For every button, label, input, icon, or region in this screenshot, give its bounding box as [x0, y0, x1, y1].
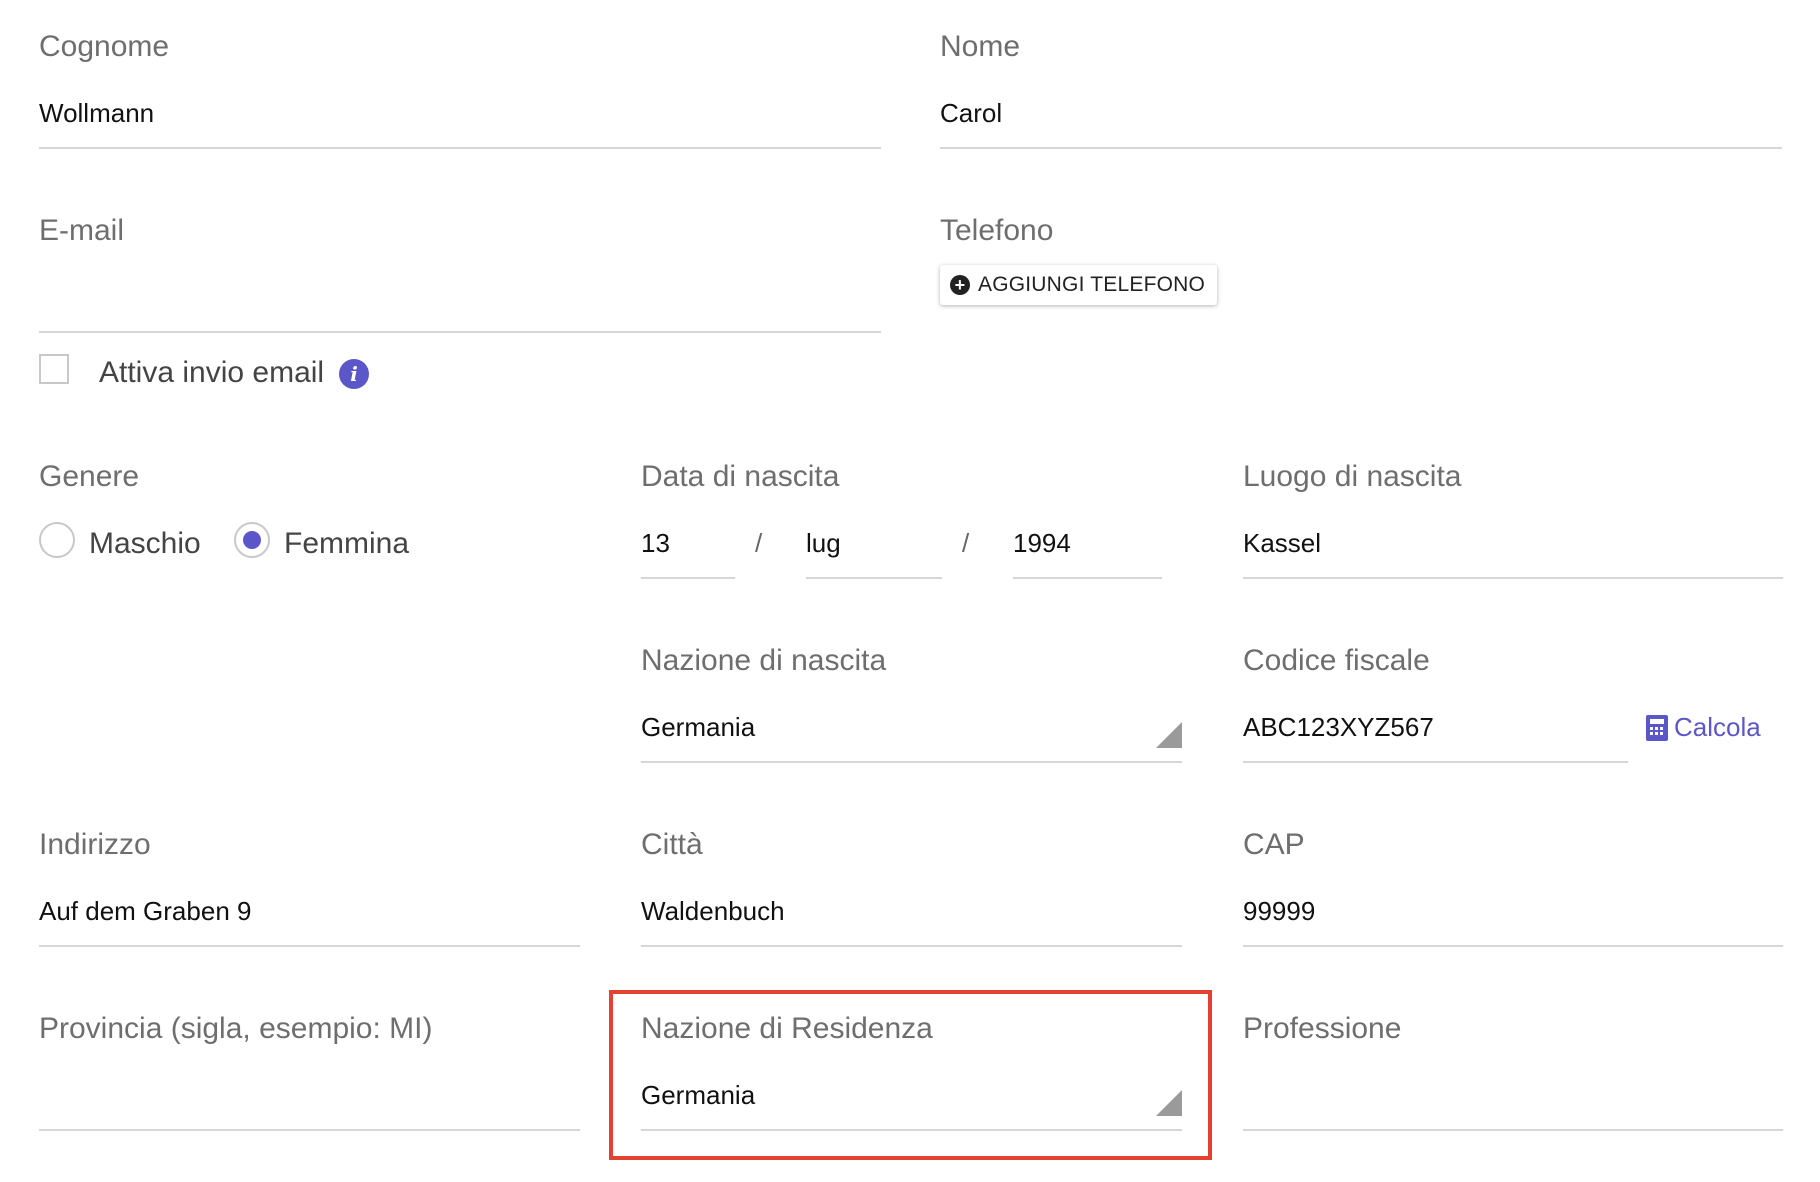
luogo-nascita-field[interactable]: Luogo di nascita Kassel	[1243, 460, 1783, 580]
codice-fiscale-input[interactable]: ABC123XYZ567	[1243, 712, 1434, 743]
cognome-underline	[39, 147, 881, 149]
citta-underline	[641, 945, 1182, 947]
year-input-wrapper[interactable]: 1994	[1013, 460, 1162, 580]
cap-input[interactable]: 99999	[1243, 896, 1315, 927]
email-opt-in-label[interactable]: Attiva invio email	[99, 356, 324, 390]
indirizzo-underline	[39, 945, 580, 947]
radio-maschio[interactable]	[39, 522, 75, 558]
nazione-nascita-label: Nazione di nascita	[641, 644, 887, 677]
calculator-icon	[1646, 714, 1668, 741]
indirizzo-field[interactable]: Indirizzo Auf dem Graben 9	[39, 828, 580, 948]
codice-fiscale-field[interactable]: Codice fiscale ABC123XYZ567	[1243, 644, 1628, 764]
citta-input[interactable]: Waldenbuch	[641, 896, 785, 927]
day-underline	[641, 577, 735, 579]
add-phone-label: AGGIUNGI TELEFONO	[978, 273, 1206, 296]
email-label: E-mail	[39, 214, 125, 247]
cognome-label: Cognome	[39, 30, 170, 63]
nome-input[interactable]: Carol	[940, 98, 1002, 129]
calcola-label: Calcola	[1674, 712, 1761, 742]
email-underline	[39, 331, 881, 333]
month-input-wrapper[interactable]: lug	[806, 460, 942, 580]
add-phone-button[interactable]: + AGGIUNGI TELEFONO	[940, 265, 1218, 305]
day-input-wrapper[interactable]: 13	[641, 460, 735, 580]
genere-label: Genere	[39, 460, 140, 493]
radio-femmina[interactable]	[234, 522, 270, 558]
anagrafica-form: Cognome Wollmann Nome Carol E-mail Telef…	[0, 0, 1820, 1182]
professione-label: Professione	[1243, 1012, 1402, 1045]
professione-field[interactable]: Professione	[1243, 1012, 1783, 1132]
indirizzo-input[interactable]: Auf dem Graben 9	[39, 896, 251, 927]
nazione-nascita-underline	[641, 761, 1182, 763]
provincia-label: Provincia (sigla, esempio: MI)	[39, 1012, 433, 1045]
radio-maschio-label[interactable]: Maschio	[89, 527, 201, 561]
nome-label: Nome	[940, 30, 1021, 63]
date-separator: /	[755, 528, 763, 558]
citta-label: Città	[641, 828, 703, 861]
nome-field[interactable]: Nome Carol	[940, 30, 1782, 150]
month-underline	[806, 577, 942, 579]
email-opt-in-checkbox[interactable]	[39, 354, 69, 384]
luogo-nascita-label: Luogo di nascita	[1243, 460, 1462, 493]
nome-underline	[940, 147, 1782, 149]
nazione-nascita-value[interactable]: Germania	[641, 712, 755, 743]
cognome-input[interactable]: Wollmann	[39, 98, 154, 129]
luogo-nascita-underline	[1243, 577, 1783, 579]
month-input[interactable]: lug	[806, 528, 841, 559]
year-underline	[1013, 577, 1162, 579]
info-icon[interactable]: i	[339, 359, 369, 389]
citta-field[interactable]: Città Waldenbuch	[641, 828, 1182, 948]
calcola-button[interactable]: Calcola	[1646, 712, 1761, 743]
codice-fiscale-label: Codice fiscale	[1243, 644, 1430, 677]
cap-underline	[1243, 945, 1783, 947]
professione-underline	[1243, 1129, 1783, 1131]
cognome-field[interactable]: Cognome Wollmann	[39, 30, 881, 150]
provincia-underline	[39, 1129, 580, 1131]
select-arrow-icon[interactable]	[1156, 722, 1182, 748]
email-field[interactable]: E-mail	[39, 214, 881, 334]
day-input[interactable]: 13	[641, 528, 670, 559]
plus-circle-icon: +	[950, 275, 970, 295]
year-input[interactable]: 1994	[1013, 528, 1071, 559]
nazione-nascita-select[interactable]: Nazione di nascita Germania	[641, 644, 1182, 764]
codice-fiscale-underline	[1243, 761, 1628, 763]
indirizzo-label: Indirizzo	[39, 828, 151, 861]
provincia-field[interactable]: Provincia (sigla, esempio: MI)	[39, 1012, 580, 1132]
cap-field[interactable]: CAP 99999	[1243, 828, 1783, 948]
radio-femmina-label[interactable]: Femmina	[284, 527, 409, 561]
telefono-label: Telefono	[940, 214, 1054, 247]
telefono-field: Telefono	[940, 214, 1782, 254]
genere-field: Genere	[39, 460, 579, 500]
cap-label: CAP	[1243, 828, 1305, 861]
date-separator: /	[962, 528, 970, 558]
luogo-nascita-input[interactable]: Kassel	[1243, 528, 1321, 559]
highlight-box	[609, 990, 1212, 1160]
